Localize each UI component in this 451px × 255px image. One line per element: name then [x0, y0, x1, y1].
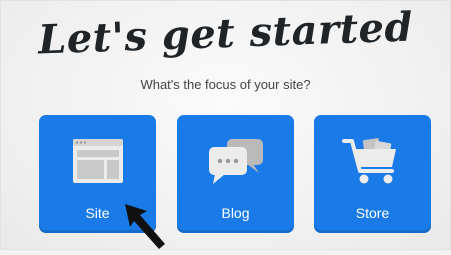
- blog-option-label: Blog: [221, 205, 250, 221]
- mouse-pointer-icon: [125, 204, 173, 255]
- blog-option-button[interactable]: Blog: [177, 115, 294, 233]
- chat-bubbles-icon: [177, 133, 294, 189]
- shopping-cart-icon: [314, 133, 431, 189]
- store-option-button[interactable]: Store: [314, 115, 431, 233]
- store-option-label: Store: [355, 205, 390, 221]
- website-layout-icon: [39, 133, 156, 189]
- page-subtitle: What's the focus of your site?: [140, 77, 311, 92]
